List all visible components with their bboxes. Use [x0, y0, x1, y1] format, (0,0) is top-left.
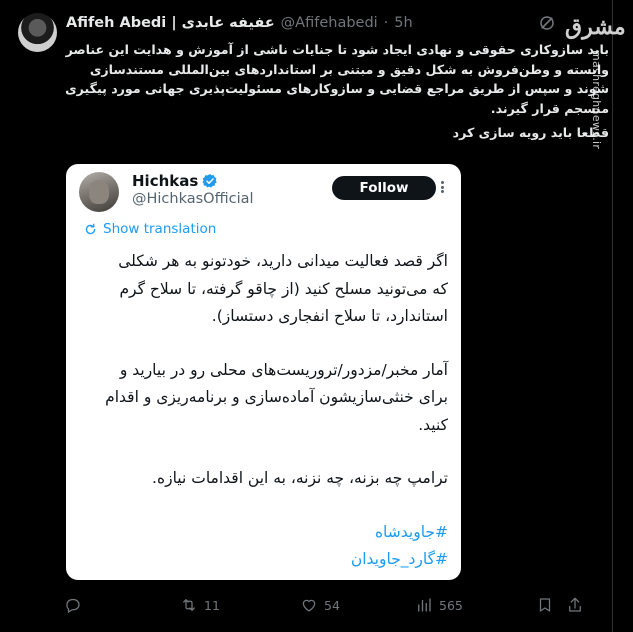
quoted-author-avatar[interactable]: [79, 172, 119, 212]
grok-icon[interactable]: [538, 14, 556, 32]
bookmark-icon: [539, 598, 551, 612]
quoted-text-line: که می‌تونید مسلح کنید (از چاقو گرفته، تا…: [119, 279, 448, 298]
retweet-button[interactable]: 11: [180, 596, 220, 614]
quoted-tweet-card[interactable]: Hichkas @HichkasOfficial Follow Show tra…: [66, 164, 461, 580]
tweet-text-line: منسجم قرار گیرند.: [490, 100, 609, 116]
quoted-author-name[interactable]: Hichkas: [132, 172, 198, 190]
show-translation-label[interactable]: Show translation: [103, 221, 216, 237]
quoted-text-line: استاندارد، تا سلاح انفجاری دستساز).: [211, 307, 448, 325]
quoted-text-line: اگر قصد فعالیت میدانی دارید، خودتونو به …: [118, 252, 448, 270]
views-button[interactable]: 565: [415, 596, 463, 614]
author-handle[interactable]: @Afifehabedi: [281, 15, 378, 31]
tweet-text: باید سازوکاری حقوقی و نهادی ایجاد شود تا…: [65, 40, 609, 143]
hashtag-link[interactable]: #گارد_جاویدان: [88, 546, 448, 574]
share-icon: [569, 597, 581, 612]
tweet-text-line: قطعا باید رویه سازی کرد: [452, 125, 609, 141]
quoted-tweet-text: اگر قصد فعالیت میدانی دارید، خودتونو به …: [88, 248, 448, 574]
retweet-icon: [183, 599, 195, 611]
like-count: 54: [324, 597, 340, 613]
quoted-text-line: کنید.: [418, 415, 448, 434]
like-button[interactable]: 54: [300, 596, 340, 614]
tweet-time[interactable]: 5h: [394, 15, 412, 31]
follow-button[interactable]: Follow: [332, 176, 436, 200]
tweet-text-line: باید سازوکاری حقوقی و نهادی ایجاد شود تا…: [65, 42, 609, 57]
author-avatar[interactable]: [18, 13, 57, 52]
share-button[interactable]: [566, 596, 584, 614]
tweet-header: Afifeh Abedi | عفیفه عابدی @Afifehabedi …: [66, 12, 413, 34]
retweet-count: 11: [204, 597, 220, 613]
quoted-text-line: آمار مخبر/مزدور/تروریست‌های محلی رو در ب…: [119, 360, 448, 379]
tweet-text-line: شوند و سپس از طریق مراجع قضایی و سازوکار…: [65, 81, 609, 97]
translate-icon: [85, 223, 96, 234]
bookmark-button[interactable]: [536, 596, 554, 614]
author-name[interactable]: Afifeh Abedi | عفیفه عابدی: [66, 15, 275, 31]
hashtag-link[interactable]: #جاویدشاه: [88, 519, 448, 547]
views-count: 565: [439, 597, 463, 613]
tweet[interactable]: Afifeh Abedi | عفیفه عابدی @Afifehabedi …: [0, 0, 633, 632]
reply-button[interactable]: [64, 596, 88, 614]
like-icon: [302, 599, 316, 612]
quoted-author-name-row[interactable]: Hichkas: [132, 172, 218, 190]
quoted-text-line: ترامپ چه بزنه، چه نزنه، به این اقدامات ن…: [152, 469, 448, 487]
column-divider: [612, 0, 613, 632]
quoted-avatar-face: [89, 180, 109, 204]
more-icon[interactable]: [435, 178, 449, 196]
tweet-text-line: وابسته و وطن‌فروش به شکل دقیق و مبتنی بر…: [89, 61, 609, 77]
watermark-logo: مشرق: [565, 14, 626, 40]
verified-icon: [202, 174, 217, 188]
quoted-text-line: برای خنثی‌سازیشون آماده‌سازی و برنامه‌ری…: [105, 388, 448, 406]
quoted-author-handle[interactable]: @HichkasOfficial: [132, 191, 254, 207]
show-translation-link[interactable]: Show translation: [84, 221, 216, 237]
action-bar: 11 54 565: [0, 592, 612, 620]
reply-icon: [66, 598, 80, 614]
views-icon: [418, 598, 431, 612]
separator: ·: [383, 15, 389, 31]
